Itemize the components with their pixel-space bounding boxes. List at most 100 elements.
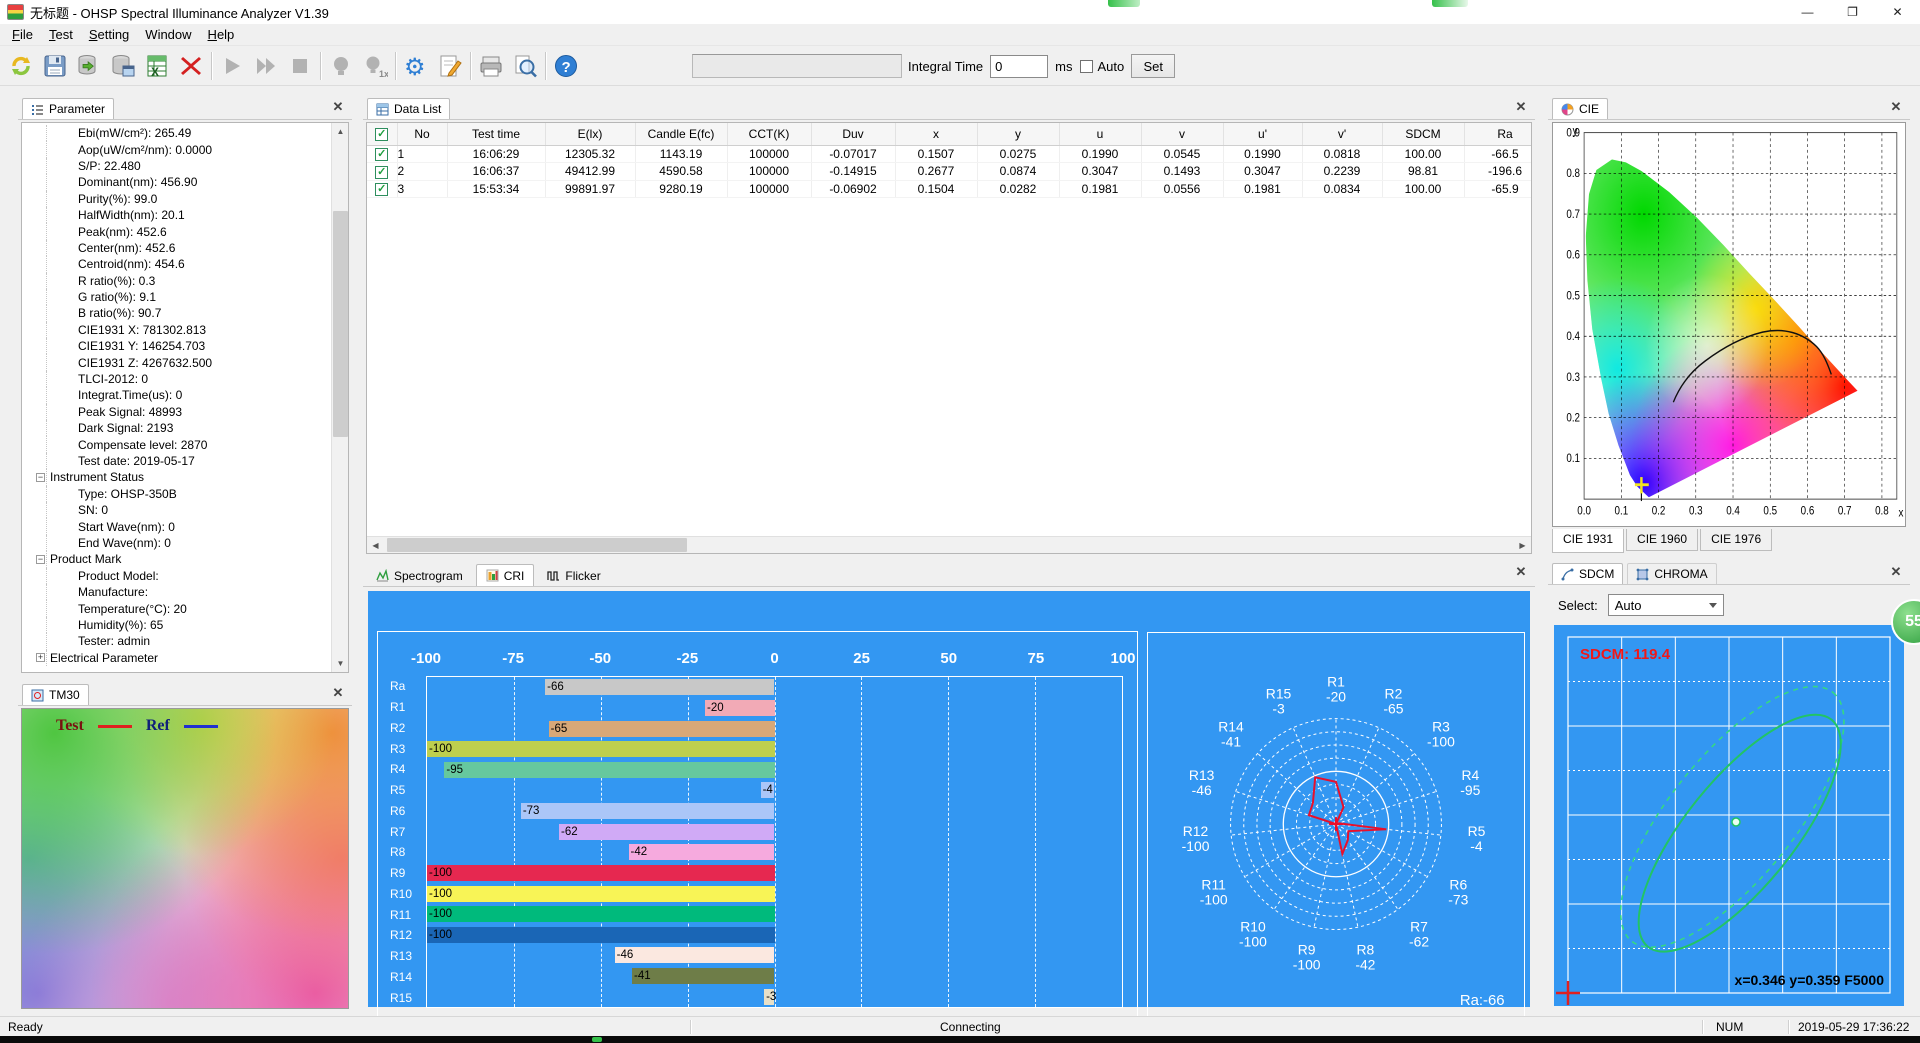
- delete-button[interactable]: [174, 49, 208, 83]
- preview-button[interactable]: [508, 49, 542, 83]
- scrollbar-thumb[interactable]: [333, 211, 348, 437]
- parameter-scrollbar[interactable]: ▲ ▼: [331, 123, 348, 672]
- excel-export-button[interactable]: X: [140, 49, 174, 83]
- tab-cie[interactable]: CIE: [1552, 98, 1608, 119]
- tree-item[interactable]: Dominant(nm): 456.90: [22, 174, 331, 190]
- data-list-hscrollbar[interactable]: ◀ ▶: [367, 536, 1531, 553]
- tree-item[interactable]: Manufacture:: [22, 584, 331, 600]
- cie-close-icon[interactable]: ✕: [1888, 99, 1904, 115]
- menu-help[interactable]: Help: [200, 25, 243, 44]
- parameter-tree[interactable]: Ebi(mW/cm²): 265.49Aop(uW/cm²/nm): 0.000…: [22, 125, 331, 672]
- header-checkbox[interactable]: ✓: [375, 128, 388, 141]
- tree-item[interactable]: −Instrument Status: [22, 469, 331, 485]
- column-header[interactable]: Ra: [1464, 123, 1532, 145]
- edit-button[interactable]: [433, 49, 467, 83]
- set-button[interactable]: Set: [1131, 54, 1175, 78]
- tab-data-list[interactable]: Data List: [367, 98, 450, 119]
- close-button[interactable]: ✕: [1875, 0, 1920, 24]
- tree-item[interactable]: Start Wave(nm): 0: [22, 518, 331, 534]
- restore-button[interactable]: ❐: [1830, 0, 1875, 24]
- print-button[interactable]: [474, 49, 508, 83]
- tree-item[interactable]: Integrat.Time(us): 0: [22, 387, 331, 403]
- scroll-right-icon[interactable]: ▶: [1514, 537, 1531, 553]
- tree-item[interactable]: Temperature(°C): 20: [22, 600, 331, 616]
- connect-button[interactable]: [4, 49, 38, 83]
- tree-item[interactable]: R ratio(%): 0.3: [22, 273, 331, 289]
- tree-item[interactable]: +Electrical Parameter: [22, 650, 331, 666]
- lamp-button[interactable]: [324, 49, 358, 83]
- tab-cie-1960[interactable]: CIE 1960: [1626, 529, 1698, 551]
- sdcm-close-icon[interactable]: ✕: [1888, 564, 1904, 580]
- tree-item[interactable]: Product Model:: [22, 568, 331, 584]
- menu-file[interactable]: File: [4, 25, 41, 44]
- tree-item[interactable]: Peak Signal: 48993: [22, 404, 331, 420]
- menu-setting[interactable]: Setting: [81, 25, 137, 44]
- save-button[interactable]: [38, 49, 72, 83]
- tree-item[interactable]: CIE1931 Z: 4267632.500: [22, 354, 331, 370]
- tree-item[interactable]: Purity(%): 99.0: [22, 191, 331, 207]
- help-button[interactable]: ?: [549, 49, 583, 83]
- tm30-close-icon[interactable]: ✕: [330, 685, 346, 701]
- tree-item[interactable]: Tester: admin: [22, 633, 331, 649]
- column-header[interactable]: x: [895, 123, 977, 145]
- scroll-up-icon[interactable]: ▲: [332, 123, 349, 140]
- tree-item[interactable]: B ratio(%): 90.7: [22, 305, 331, 321]
- tree-item[interactable]: End Wave(nm): 0: [22, 535, 331, 551]
- tree-item[interactable]: CIE1931 X: 781302.813: [22, 322, 331, 338]
- tree-item[interactable]: Compensate level: 2870: [22, 436, 331, 452]
- select-all-checkbox-cell[interactable]: ✓: [367, 123, 397, 145]
- database-save-button[interactable]: [106, 49, 140, 83]
- tab-parameter[interactable]: Parameter: [22, 98, 114, 119]
- sdcm-select-dropdown[interactable]: Auto: [1608, 594, 1724, 616]
- tree-item[interactable]: G ratio(%): 9.1: [22, 289, 331, 305]
- tree-item[interactable]: TLCI-2012: 0: [22, 371, 331, 387]
- lamp-once-button[interactable]: 1x: [358, 49, 392, 83]
- scroll-down-icon[interactable]: ▼: [332, 655, 349, 672]
- parameter-close-icon[interactable]: ✕: [330, 99, 346, 115]
- tree-item[interactable]: −Product Mark: [22, 551, 331, 567]
- column-header[interactable]: Test time: [447, 123, 545, 145]
- collapse-icon[interactable]: −: [36, 555, 45, 564]
- table-row[interactable]: ✓315:53:3499891.979280.19100000-0.069020…: [367, 180, 1532, 198]
- table-row[interactable]: ✓116:06:2912305.321143.19100000-0.070170…: [367, 145, 1532, 163]
- scroll-left-icon[interactable]: ◀: [367, 537, 384, 553]
- column-header[interactable]: Duv: [811, 123, 895, 145]
- tree-item[interactable]: Humidity(%): 65: [22, 617, 331, 633]
- analysis-close-icon[interactable]: ✕: [1513, 564, 1529, 580]
- tree-item[interactable]: Aop(uW/cm²/nm): 0.0000: [22, 141, 331, 157]
- auto-checkbox[interactable]: [1080, 60, 1093, 73]
- tree-item[interactable]: Test date: 2019-05-17: [22, 453, 331, 469]
- tab-spectrogram[interactable]: Spectrogram: [366, 564, 473, 586]
- tree-item[interactable]: Centroid(nm): 454.6: [22, 256, 331, 272]
- tree-item[interactable]: HalfWidth(nm): 20.1: [22, 207, 331, 223]
- minimize-button[interactable]: —: [1785, 0, 1830, 24]
- tree-item[interactable]: Ebi(mW/cm²): 265.49: [22, 125, 331, 141]
- tree-item[interactable]: Dark Signal: 2193: [22, 420, 331, 436]
- tab-cri[interactable]: CRI: [476, 564, 535, 586]
- column-header[interactable]: u: [1059, 123, 1141, 145]
- play-button[interactable]: [215, 49, 249, 83]
- tree-item[interactable]: Peak(nm): 452.6: [22, 223, 331, 239]
- tab-cie-1931[interactable]: CIE 1931: [1552, 529, 1624, 553]
- row-checkbox[interactable]: ✓: [375, 183, 388, 196]
- column-header[interactable]: CCT(K): [727, 123, 811, 145]
- tree-item[interactable]: CIE1931 Y: 146254.703: [22, 338, 331, 354]
- column-header[interactable]: v': [1302, 123, 1382, 145]
- column-header[interactable]: E(lx): [545, 123, 635, 145]
- tab-sdcm[interactable]: SDCM: [1552, 563, 1623, 584]
- collapse-icon[interactable]: −: [36, 473, 45, 482]
- menu-window[interactable]: Window: [137, 25, 199, 44]
- column-header[interactable]: SDCM: [1382, 123, 1464, 145]
- settings-button[interactable]: ⚙: [399, 49, 433, 83]
- column-header[interactable]: u': [1223, 123, 1302, 145]
- data-list-close-icon[interactable]: ✕: [1513, 99, 1529, 115]
- database-export-button[interactable]: [72, 49, 106, 83]
- continuous-test-button[interactable]: [249, 49, 283, 83]
- tree-item[interactable]: Center(nm): 452.6: [22, 240, 331, 256]
- scrollbar-thumb[interactable]: [387, 538, 687, 552]
- tab-tm30[interactable]: TM30: [22, 684, 89, 705]
- column-header[interactable]: y: [977, 123, 1059, 145]
- integral-time-input[interactable]: [990, 55, 1048, 78]
- menu-test[interactable]: Test: [41, 25, 81, 44]
- tab-cie-1976[interactable]: CIE 1976: [1700, 529, 1772, 551]
